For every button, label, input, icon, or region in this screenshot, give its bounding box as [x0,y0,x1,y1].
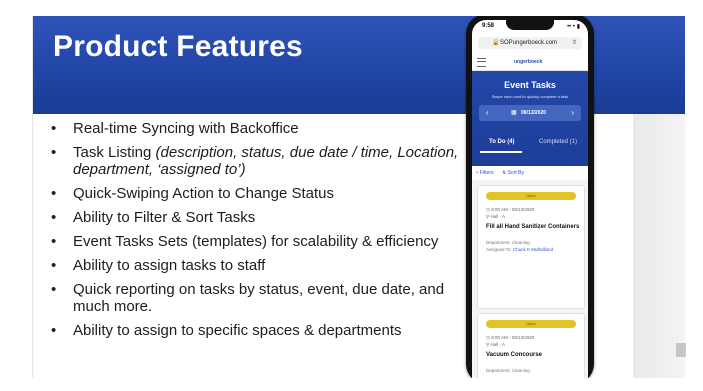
bullet-item: Quick-Swiping Action to Change Status [45,185,465,202]
tab-completed[interactable]: Completed (1) [539,139,577,145]
bullet-item: Ability to assign to specific spaces & d… [45,322,465,339]
event-tasks-subtitle: Swipe each card to quickly complete a ta… [491,94,569,99]
task-time-text: 8:00 AM - 08/13/2020 [491,335,535,340]
status-time: 9:58 [482,23,495,29]
chevron-right-icon[interactable]: › [571,108,574,117]
filters-label: Filters [479,170,494,176]
calendar-icon: ▦ [511,110,517,116]
task-title: Vacuum Concourse [486,352,543,358]
task-card[interactable]: Open ◷ 8:00 AM - 08/13/2020 ⚲ Hall - A V… [477,313,585,378]
event-tasks-title: Event Tasks [504,80,556,90]
task-tabs: To Do (4) Completed (1) [472,133,588,153]
bullet-text: Quick reporting on tasks by status, even… [73,281,445,315]
status-badge: Open [486,192,576,200]
sort-button[interactable]: ⇅ Sort By [502,170,524,176]
bullet-item: Ability to assign tasks to staff [45,257,465,274]
status-badge: Open [486,320,576,328]
selected-date: 08/13/2020 [521,110,547,116]
task-location-text: Hall - A [490,342,506,347]
address-bar[interactable]: 🔒 SOPungerboeck.com ⇧ [478,37,582,49]
app-logo: ungerboeck [514,59,543,65]
phone-screen: 9:58 •• • ▮ 🔒 SOPungerboeck.com ⇧ ungerb… [472,20,588,378]
slide-title: Product Features [53,30,303,63]
date-selector: ‹ ▦ 08/13/2020 › [479,105,581,121]
task-time: ◷ 8:00 AM - 08/13/2020 [486,335,535,340]
task-assignee: Assigned To: Chuck K Mulholland [486,247,553,252]
task-title: Fill all Hand Sanitizer Containers [486,224,580,230]
slide-edge-mark [676,343,686,357]
bullet-text: Ability to Filter & Sort Tasks [73,209,256,226]
assignee-link[interactable]: Chuck K Mulholland [513,247,553,252]
task-location: ⚲ Hall - A [486,214,506,219]
bullet-item: Real-time Syncing with Backoffice [45,120,465,137]
slide: Product Features Real-time Syncing with … [32,16,685,378]
event-header: Event Tasks Swipe each card to quickly c… [472,71,588,166]
task-time-text: 8:00 AM - 08/13/2020 [491,207,535,212]
assigned-label: Assigned To: [486,247,512,252]
menu-icon[interactable] [477,58,486,67]
department-value: Cleaning [512,368,530,373]
task-location-text: Hall - A [490,214,506,219]
app-navbar: ungerboeck [472,54,588,71]
task-location: ⚲ Hall - A [486,342,506,347]
feature-list: Real-time Syncing with Backoffice Task L… [45,120,465,346]
share-icon[interactable]: ⇧ [572,39,577,46]
bullet-item: Task Listing (description, status, due d… [45,144,465,178]
url-text: SOPungerboeck.com [500,40,558,46]
lock-icon: 🔒 [492,40,500,46]
filters-button[interactable]: ▿ Filters [476,170,494,176]
task-department: Department: Cleaning [486,368,530,373]
task-time: ◷ 8:00 AM - 08/13/2020 [486,207,535,212]
signal-icon: •• • ▮ [567,24,580,30]
bullet-item: Event Tasks Sets (templates) for scalabi… [45,233,465,250]
bullet-item: Ability to Filter & Sort Tasks [45,209,465,226]
bullet-text: Ability to assign to specific spaces & d… [73,322,402,339]
task-card[interactable]: Open ◷ 8:00 AM - 08/13/2020 ⚲ Hall - A F… [477,185,585,309]
bullet-text: Task Listing [73,144,156,161]
bullet-text: Event Tasks Sets (templates) for scalabi… [73,233,439,250]
department-value: Cleaning [512,240,530,245]
chevron-left-icon[interactable]: ‹ [486,108,489,117]
task-department: Department: Cleaning [486,240,530,245]
phone-mockup: 9:58 •• • ▮ 🔒 SOPungerboeck.com ⇧ ungerb… [466,16,594,378]
department-label: Department: [486,368,511,373]
active-tab-indicator [480,151,522,153]
department-label: Department: [486,240,511,245]
sort-label: Sort By [507,170,524,176]
bullet-text: Ability to assign tasks to staff [73,257,266,274]
tab-todo[interactable]: To Do (4) [489,139,515,145]
bullet-text: Real-time Syncing with Backoffice [73,120,299,137]
bullet-text: Quick-Swiping Action to Change Status [73,185,334,202]
bullet-item: Quick reporting on tasks by status, even… [45,281,465,315]
phone-notch [506,20,554,30]
